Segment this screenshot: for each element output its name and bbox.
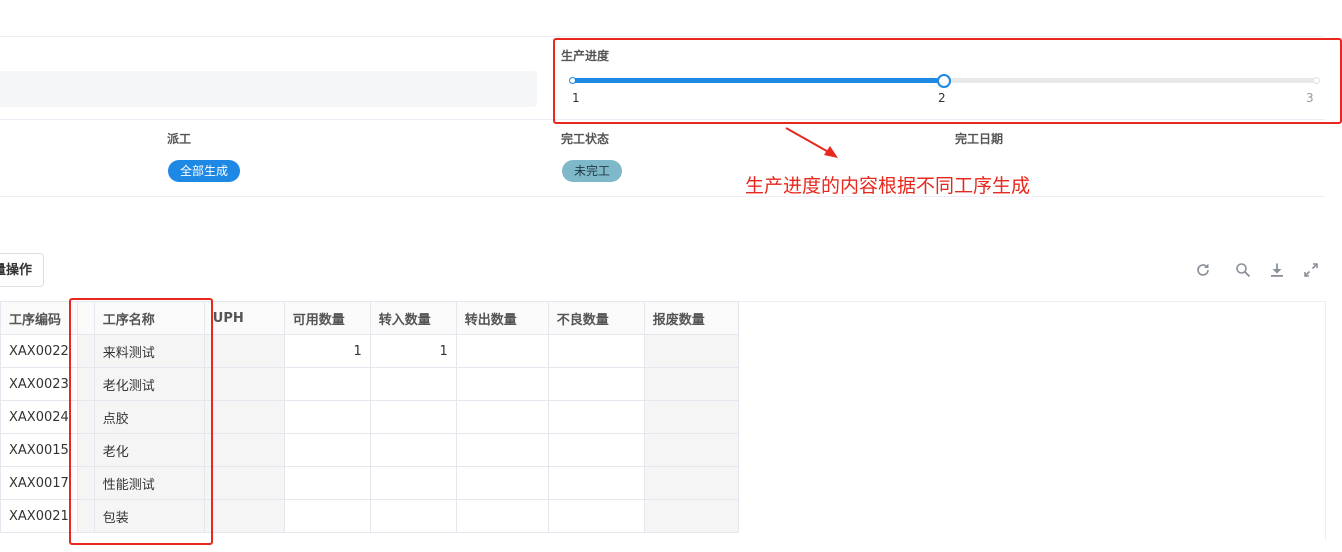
progress-mark-1: 1	[572, 91, 580, 105]
spacer-cell	[76, 466, 95, 500]
table-row[interactable]: XAX0024 点胶	[0, 400, 739, 434]
cell-transfer-in-qty[interactable]	[369, 433, 457, 467]
cell-uph[interactable]	[203, 433, 285, 467]
cell-uph[interactable]	[203, 400, 285, 434]
progress-slider-stop	[569, 77, 576, 84]
cell-scrap-qty[interactable]	[643, 466, 739, 500]
text-input-field[interactable]	[0, 71, 537, 107]
dispatch-label: 派工	[167, 132, 192, 146]
spacer-cell	[76, 367, 95, 401]
cell-scrap-qty[interactable]	[643, 334, 739, 368]
cell-defect-qty[interactable]	[547, 433, 645, 467]
column-header-transfer-out-qty[interactable]: 转出数量	[455, 301, 549, 335]
cell-scrap-qty[interactable]	[643, 400, 739, 434]
cell-available-qty[interactable]	[283, 466, 371, 500]
cell-defect-qty[interactable]	[547, 466, 645, 500]
cell-process-name[interactable]: 包装	[93, 499, 205, 533]
cell-available-qty[interactable]	[283, 400, 371, 434]
cell-scrap-qty[interactable]	[643, 499, 739, 533]
table-row[interactable]: XAX0015 老化	[0, 433, 739, 467]
cell-transfer-in-qty[interactable]	[369, 499, 457, 533]
cell-uph[interactable]	[203, 499, 285, 533]
cell-process-code[interactable]: XAX0022	[0, 334, 78, 368]
cell-available-qty[interactable]	[283, 367, 371, 401]
cell-process-name[interactable]: 老化测试	[93, 367, 205, 401]
cell-process-code[interactable]: XAX0015	[0, 433, 78, 467]
table-header-row: 工序编码 工序名称 UPH 可用数量 转入数量 转出数量 不良数量 报废数量	[0, 301, 739, 335]
cell-defect-qty[interactable]	[547, 367, 645, 401]
batch-operation-button[interactable]: 量操作	[0, 253, 44, 287]
cell-process-name[interactable]: 点胶	[93, 400, 205, 434]
table-row[interactable]: XAX0022 来料测试 1 1	[0, 334, 739, 368]
spacer-cell	[76, 499, 95, 533]
column-header-uph[interactable]: UPH	[203, 301, 285, 335]
column-header-process-name[interactable]: 工序名称	[93, 301, 205, 335]
cell-defect-qty[interactable]	[547, 334, 645, 368]
cell-transfer-out-qty[interactable]	[455, 367, 549, 401]
cell-process-name[interactable]: 性能测试	[93, 466, 205, 500]
cell-scrap-qty[interactable]	[643, 367, 739, 401]
column-header-transfer-in-qty[interactable]: 转入数量	[369, 301, 457, 335]
cell-process-code[interactable]: XAX0023	[0, 367, 78, 401]
column-header-scrap-qty[interactable]: 报废数量	[643, 301, 739, 335]
table-row[interactable]: XAX0017 性能测试	[0, 466, 739, 500]
top-divider	[0, 36, 1325, 37]
progress-slider-track	[572, 78, 944, 83]
column-header-defect-qty[interactable]: 不良数量	[547, 301, 645, 335]
cell-uph[interactable]	[203, 334, 285, 368]
column-spacer	[76, 301, 95, 335]
search-icon[interactable]	[1234, 261, 1252, 279]
download-icon[interactable]	[1268, 261, 1286, 279]
cell-process-code[interactable]: XAX0021	[0, 499, 78, 533]
cell-transfer-in-qty[interactable]	[369, 400, 457, 434]
annotation-arrow	[785, 127, 838, 158]
cell-process-code[interactable]: XAX0024	[0, 400, 78, 434]
completion-status-badge: 未完工	[562, 160, 623, 182]
section-divider	[0, 196, 1325, 197]
cell-uph[interactable]	[203, 466, 285, 500]
cell-transfer-out-qty[interactable]	[455, 499, 549, 533]
cell-transfer-out-qty[interactable]	[455, 433, 549, 467]
progress-mark-2: 2	[938, 91, 946, 105]
spacer-cell	[76, 433, 95, 467]
cell-process-name[interactable]: 来料测试	[93, 334, 205, 368]
fullscreen-icon[interactable]	[1302, 261, 1320, 279]
completion-status-label: 完工状态	[561, 132, 610, 146]
cell-available-qty[interactable]	[283, 433, 371, 467]
completion-date-label: 完工日期	[955, 132, 1004, 146]
dispatch-status-badge: 全部生成	[168, 160, 241, 182]
cell-process-code[interactable]: XAX0017	[0, 466, 78, 500]
cell-transfer-in-qty[interactable]	[369, 466, 457, 500]
spacer-cell	[76, 334, 95, 368]
spacer-cell	[76, 400, 95, 434]
cell-transfer-out-qty[interactable]	[455, 400, 549, 434]
cell-process-name[interactable]: 老化	[93, 433, 205, 467]
cell-transfer-in-qty[interactable]: 1	[369, 334, 457, 368]
column-header-available-qty[interactable]: 可用数量	[283, 301, 371, 335]
annotation-note: 生产进度的内容根据不同工序生成	[745, 175, 1031, 197]
table-row[interactable]: XAX0023 老化测试	[0, 367, 739, 401]
cell-defect-qty[interactable]	[547, 499, 645, 533]
progress-slider-handle[interactable]	[937, 74, 951, 88]
cell-scrap-qty[interactable]	[643, 433, 739, 467]
table-row[interactable]: XAX0021 包装	[0, 499, 739, 533]
column-header-process-code[interactable]: 工序编码	[0, 301, 78, 335]
cell-transfer-in-qty[interactable]	[369, 367, 457, 401]
progress-slider-stop	[1313, 77, 1320, 84]
field-divider	[0, 119, 1325, 120]
cell-available-qty[interactable]	[283, 499, 371, 533]
cell-available-qty[interactable]: 1	[283, 334, 371, 368]
process-table: 工序编码 工序名称 UPH 可用数量 转入数量 转出数量 不良数量 报废数量 X…	[0, 301, 739, 533]
progress-label: 生产进度	[561, 49, 610, 63]
cell-uph[interactable]	[203, 367, 285, 401]
cell-transfer-out-qty[interactable]	[455, 466, 549, 500]
cell-transfer-out-qty[interactable]	[455, 334, 549, 368]
cell-defect-qty[interactable]	[547, 400, 645, 434]
refresh-icon[interactable]	[1194, 261, 1212, 279]
progress-mark-3: 3	[1306, 91, 1314, 105]
